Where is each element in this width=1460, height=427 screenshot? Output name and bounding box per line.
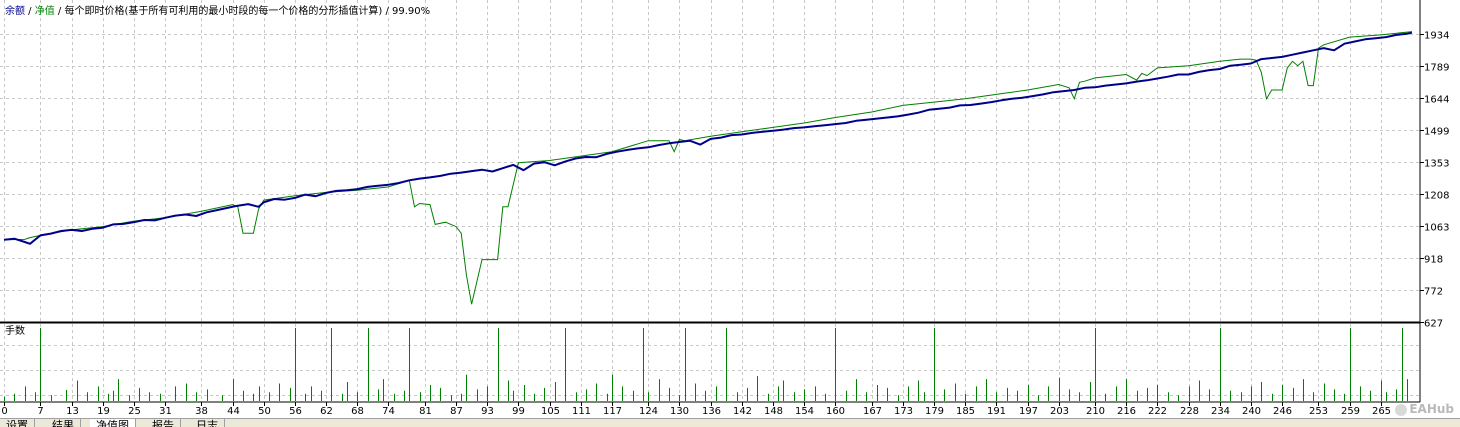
y-tick-label: 1934	[1424, 31, 1449, 42]
y-tick-label: 1353	[1424, 159, 1449, 170]
x-tick-label: 154	[795, 406, 814, 417]
x-tick-label: 87	[450, 406, 463, 417]
eahub-logo-icon	[1395, 403, 1408, 416]
x-tick-label: 124	[639, 406, 658, 417]
x-tick-label: 185	[956, 406, 975, 417]
x-tick-label: 234	[1211, 406, 1230, 417]
y-tick-label: 1499	[1424, 127, 1449, 138]
model-text: 每个即时价格(基于所有可利用的最小时段的每一个价格的分形插值计算)	[64, 4, 382, 17]
x-tick-label: 130	[670, 406, 689, 417]
y-tick-label: 1063	[1424, 223, 1449, 234]
chart-header: 余额 / 净值 / 每个即时价格(基于所有可利用的最小时段的每一个价格的分形插值…	[5, 4, 430, 17]
x-tick-label: 142	[733, 406, 752, 417]
x-tick-label: 38	[195, 406, 208, 417]
x-tick-label: 259	[1341, 406, 1360, 417]
x-tick-label: 56	[289, 406, 302, 417]
x-tick-label: 240	[1242, 406, 1261, 417]
x-tick-label: 74	[382, 406, 395, 417]
x-tick-label: 216	[1117, 406, 1136, 417]
x-tick-label: 197	[1019, 406, 1038, 417]
x-tick-label: 68	[351, 406, 364, 417]
y-tick-label: 627	[1424, 319, 1443, 330]
y-tick-label: 1208	[1424, 191, 1449, 202]
x-tick-label: 160	[826, 406, 845, 417]
quality-value: 99.90%	[392, 6, 430, 17]
y-tick-label: 1644	[1424, 95, 1449, 106]
x-tick-label: 31	[159, 406, 172, 417]
x-tick-label: 167	[863, 406, 882, 417]
x-tick-label: 173	[894, 406, 913, 417]
x-tick-label: 265	[1372, 406, 1391, 417]
x-tick-label: 179	[925, 406, 944, 417]
x-tick-label: 253	[1309, 406, 1328, 417]
x-tick-label: 203	[1050, 406, 1069, 417]
x-tick-label: 50	[258, 406, 271, 417]
watermark: EAHub	[1395, 402, 1454, 416]
x-tick-label: 44	[227, 406, 240, 417]
legend-balance: 余额	[5, 4, 25, 17]
x-tick-label: 117	[603, 406, 622, 417]
x-tick-label: 62	[320, 406, 333, 417]
lower-panel-title: 手数	[5, 324, 25, 337]
x-tick-label: 81	[419, 406, 432, 417]
x-tick-label: 105	[541, 406, 560, 417]
legend-equity: 净值	[35, 4, 55, 17]
x-tick-label: 210	[1086, 406, 1105, 417]
x-tick-label: 7	[37, 406, 43, 417]
x-tick-label: 93	[481, 406, 494, 417]
x-tick-label: 228	[1180, 406, 1199, 417]
y-tick-label: 918	[1424, 255, 1443, 266]
x-tick-label: 13	[66, 406, 79, 417]
y-tick-label: 772	[1424, 287, 1443, 298]
x-tick-label: 111	[572, 406, 591, 417]
x-tick-label: 222	[1148, 406, 1167, 417]
x-tick-label: 136	[702, 406, 721, 417]
y-tick-label: 1789	[1424, 63, 1449, 74]
x-tick-label: 99	[512, 406, 525, 417]
x-tick-label: 246	[1273, 406, 1292, 417]
x-tick-label: 25	[128, 406, 141, 417]
x-tick-label: 19	[97, 406, 110, 417]
x-tick-label: 148	[764, 406, 783, 417]
chart: 1934178916441499135312081063918772627 07…	[0, 0, 1460, 426]
x-tick-label: 0	[1, 406, 7, 417]
x-tick-label: 191	[987, 406, 1006, 417]
